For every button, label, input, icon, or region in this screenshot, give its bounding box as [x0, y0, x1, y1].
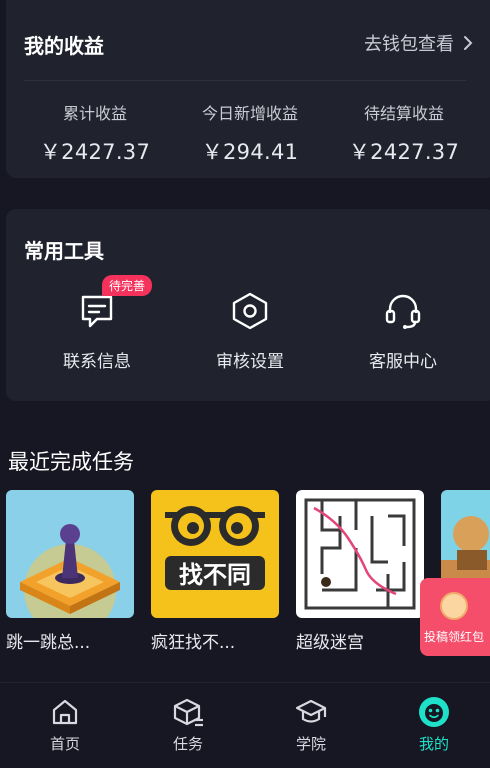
- stat-pending-earnings: 待结算收益 ￥2427.37: [329, 100, 479, 166]
- stat-today-earnings: 今日新增收益 ￥294.41: [175, 100, 325, 166]
- wallet-link-label: 去钱包查看: [364, 34, 454, 55]
- tool-label: 审核设置: [216, 352, 284, 372]
- tool-customer-service[interactable]: 客服中心: [328, 289, 478, 372]
- tool-review-settings[interactable]: 审核设置: [175, 289, 325, 372]
- tool-contact-info[interactable]: 待完善 联系信息: [22, 275, 172, 372]
- nav-home[interactable]: 首页: [25, 695, 105, 754]
- graduation-cap-icon: [295, 699, 327, 723]
- contact-info-icon: 待完善: [75, 275, 153, 333]
- stat-value: ￥2427.37: [39, 140, 151, 164]
- wallet-link[interactable]: 去钱包查看: [364, 30, 474, 56]
- task-thumbnail: 找不同: [151, 490, 279, 618]
- tool-label: 客服中心: [369, 352, 437, 372]
- stat-value: ￥2427.37: [348, 140, 460, 164]
- recent-tasks-title: 最近完成任务: [8, 450, 134, 474]
- nav-label: 我的: [418, 735, 449, 753]
- task-card[interactable]: 找不同 疯狂找不...: [151, 490, 279, 653]
- task-name: 超级迷宫: [296, 633, 364, 653]
- task-thumbnail: [6, 490, 134, 618]
- chevron-right-icon: [464, 36, 473, 50]
- task-card[interactable]: 超级迷宫: [296, 490, 424, 653]
- stat-total-earnings: 累计收益 ￥2427.37: [20, 100, 170, 166]
- red-packet-button[interactable]: 投稿领红包: [420, 578, 490, 656]
- task-thumbnail: [296, 490, 424, 618]
- task-box-icon: [173, 698, 203, 727]
- stat-label: 待结算收益: [363, 104, 444, 123]
- task-card[interactable]: 跳一跳总...: [6, 490, 134, 653]
- jump-game-image: [6, 490, 134, 618]
- thumb-text: 找不同: [179, 561, 251, 589]
- nav-mine[interactable]: 我的: [394, 695, 474, 754]
- nav-tasks[interactable]: 任务: [148, 695, 228, 754]
- task-name: 跳一跳总...: [6, 633, 91, 653]
- tools-title: 常用工具: [24, 239, 104, 263]
- stat-value: ￥294.41: [201, 140, 299, 164]
- stat-label: 今日新增收益: [201, 104, 298, 123]
- home-icon: [52, 699, 78, 725]
- nav-label: 学院: [295, 735, 326, 753]
- pending-badge: 待完善: [102, 275, 153, 296]
- earnings-card: 我的收益 去钱包查看 累计收益 ￥2427.37 今日新增收益 ￥294.41 …: [6, 0, 490, 178]
- divider: [24, 80, 466, 81]
- task-name: 疯狂找不...: [151, 633, 236, 653]
- coin-icon: [440, 592, 468, 620]
- tools-card: 常用工具 待完善 联系信息 审核设置 客服中心: [6, 209, 490, 401]
- profile-face-icon: [419, 697, 449, 727]
- tool-label: 联系信息: [63, 352, 131, 372]
- maze-image: [296, 490, 424, 618]
- nav-label: 首页: [49, 735, 80, 753]
- stat-label: 累计收益: [62, 104, 127, 123]
- headset-icon: [381, 289, 425, 333]
- hexagon-settings-icon: [228, 289, 272, 333]
- earnings-title: 我的收益: [24, 34, 104, 58]
- nav-label: 任务: [172, 735, 203, 753]
- recent-tasks-list: 跳一跳总... 找不同 疯狂找不... 超级迷宫: [0, 490, 490, 660]
- spot-difference-image: 找不同: [151, 490, 279, 618]
- red-packet-label: 投稿领红包: [424, 630, 485, 644]
- nav-academy[interactable]: 学院: [271, 695, 351, 754]
- bottom-nav: 首页 任务 学院 我的: [0, 682, 490, 768]
